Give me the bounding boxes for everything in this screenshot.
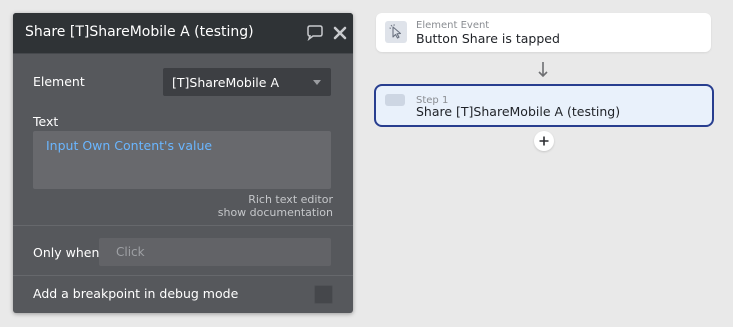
event-type-label: Element Event	[416, 20, 490, 31]
element-dropdown-value: [T]ShareMobile A	[172, 75, 279, 90]
dynamic-expression[interactable]: Input Own Content's value	[46, 138, 212, 153]
panel-header: Share [T]ShareMobile A (testing)	[13, 13, 353, 54]
only-when-placeholder: Click	[116, 245, 145, 259]
divider	[13, 225, 353, 226]
show-documentation-link[interactable]: show documentation	[218, 206, 333, 219]
step-icon	[385, 94, 405, 106]
step-card[interactable]: Step 1 Share [T]ShareMobile A (testing)	[374, 84, 714, 127]
breakpoint-checkbox[interactable]	[314, 285, 333, 304]
event-name: Button Share is tapped	[416, 31, 560, 46]
plus-icon	[539, 136, 549, 146]
step-name: Share [T]ShareMobile A (testing)	[416, 104, 621, 119]
chevron-down-icon	[313, 80, 321, 85]
add-step-button[interactable]	[534, 131, 554, 151]
breakpoint-label: Add a breakpoint in debug mode	[33, 286, 239, 301]
rich-text-editor-link[interactable]: Rich text editor	[248, 193, 333, 206]
close-icon[interactable]	[333, 26, 347, 40]
cursor-click-icon	[385, 21, 407, 43]
arrow-down-icon	[538, 62, 548, 78]
text-field[interactable]: Input Own Content's value	[33, 131, 331, 189]
element-dropdown[interactable]: [T]ShareMobile A	[163, 68, 331, 96]
only-when-label: Only when	[33, 245, 100, 260]
panel-title: Share [T]ShareMobile A (testing)	[25, 24, 254, 40]
text-label: Text	[33, 114, 59, 129]
only-when-input[interactable]: Click	[99, 238, 331, 266]
element-label: Element	[33, 74, 85, 89]
comment-icon[interactable]	[306, 25, 324, 41]
event-card[interactable]: Element Event Button Share is tapped	[376, 13, 711, 52]
property-editor-panel: Share [T]ShareMobile A (testing) Element…	[13, 13, 353, 313]
divider	[13, 275, 353, 276]
